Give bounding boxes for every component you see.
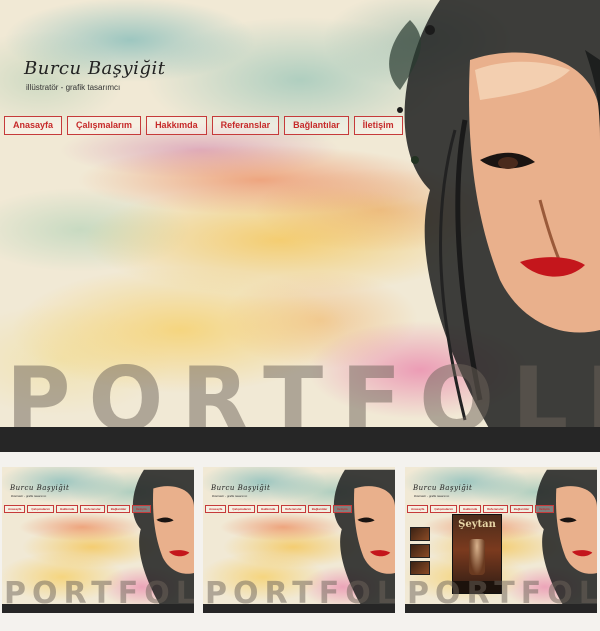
nav-item-calismalarim: Çalışmalarım: [430, 505, 458, 513]
nav-item-iletisim: İletişim: [333, 505, 352, 513]
footer-bar: [203, 604, 395, 613]
nav-item-baglantilar[interactable]: Bağlantılar: [284, 116, 349, 135]
nav-item-hakkimda[interactable]: Hakkımda: [146, 116, 207, 135]
footer-bar: [405, 604, 597, 613]
footer-bar: [0, 427, 600, 452]
work-thumbnail[interactable]: [410, 527, 430, 541]
nav-item-anasayfa: Anasayfa: [4, 505, 26, 513]
nav-item-referanslar: Referanslar: [281, 505, 306, 513]
nav-item-referanslar: Referanslar: [80, 505, 105, 513]
site-tagline: illüstratör - grafik tasarımcı: [11, 494, 47, 498]
nav-item-referanslar[interactable]: Referanslar: [211, 116, 280, 135]
work-thumbnail[interactable]: [410, 544, 430, 558]
poster-figure: [469, 539, 485, 575]
site-logo[interactable]: Burcu Başyiğit: [24, 58, 165, 79]
main-nav: Anasayfa Çalışmalarım Hakkımda Referansl…: [407, 505, 554, 513]
nav-item-calismalarim: Çalışmalarım: [228, 505, 256, 513]
main-nav: Anasayfa Çalışmalarım Hakkımda Referansl…: [205, 505, 352, 513]
nav-item-baglantilar: Bağlantılar: [307, 505, 332, 513]
site-tagline: illüstratör - grafik tasarımcı: [414, 494, 450, 498]
main-nav: Anasayfa Çalışmalarım Hakkımda Referansl…: [4, 505, 151, 513]
footer-bar: [2, 604, 194, 613]
preview-thumbnail-2[interactable]: Burcu Başyiğit illüstratör - grafik tasa…: [203, 467, 395, 613]
site-logo: Burcu Başyiğit: [413, 484, 473, 492]
nav-item-anasayfa: Anasayfa: [407, 505, 429, 513]
site-logo: Burcu Başyiğit: [10, 484, 70, 492]
nav-item-hakkimda: Hakkımda: [56, 505, 79, 513]
nav-item-hakkimda: Hakkımda: [257, 505, 280, 513]
work-thumbnail[interactable]: [410, 561, 430, 575]
poster-title: Şeytan: [458, 519, 496, 530]
preview-thumbnail-1[interactable]: Burcu Başyiğit illüstratör - grafik tasa…: [2, 467, 194, 613]
nav-item-baglantilar: Bağlantılar: [509, 505, 534, 513]
nav-item-baglantilar: Bağlantılar: [106, 505, 131, 513]
hero-banner: Burcu Başyiğit illüstratör - grafik tasa…: [0, 0, 600, 452]
main-nav: Anasayfa Çalışmalarım Hakkımda Referansl…: [4, 116, 403, 135]
nav-item-iletisim: İletişim: [132, 505, 151, 513]
site-logo: Burcu Başyiğit: [211, 484, 271, 492]
nav-item-anasayfa: Anasayfa: [205, 505, 227, 513]
nav-item-iletisim[interactable]: İletişim: [353, 116, 403, 135]
site-tagline: illüstratör - grafik tasarımcı: [212, 494, 248, 498]
preview-thumbnail-3[interactable]: Burcu Başyiğit illüstratör - grafik tasa…: [405, 467, 597, 613]
nav-item-referanslar: Referanslar: [483, 505, 508, 513]
work-thumbnail-list: [410, 527, 430, 575]
site-tagline: illüstratör - grafik tasarımcı: [26, 83, 121, 92]
nav-item-calismalarim[interactable]: Çalışmalarım: [67, 116, 142, 135]
nav-item-hakkimda: Hakkımda: [459, 505, 482, 513]
nav-item-anasayfa[interactable]: Anasayfa: [4, 116, 63, 135]
nav-item-calismalarim: Çalışmalarım: [27, 505, 55, 513]
nav-item-iletisim: İletişim: [535, 505, 554, 513]
